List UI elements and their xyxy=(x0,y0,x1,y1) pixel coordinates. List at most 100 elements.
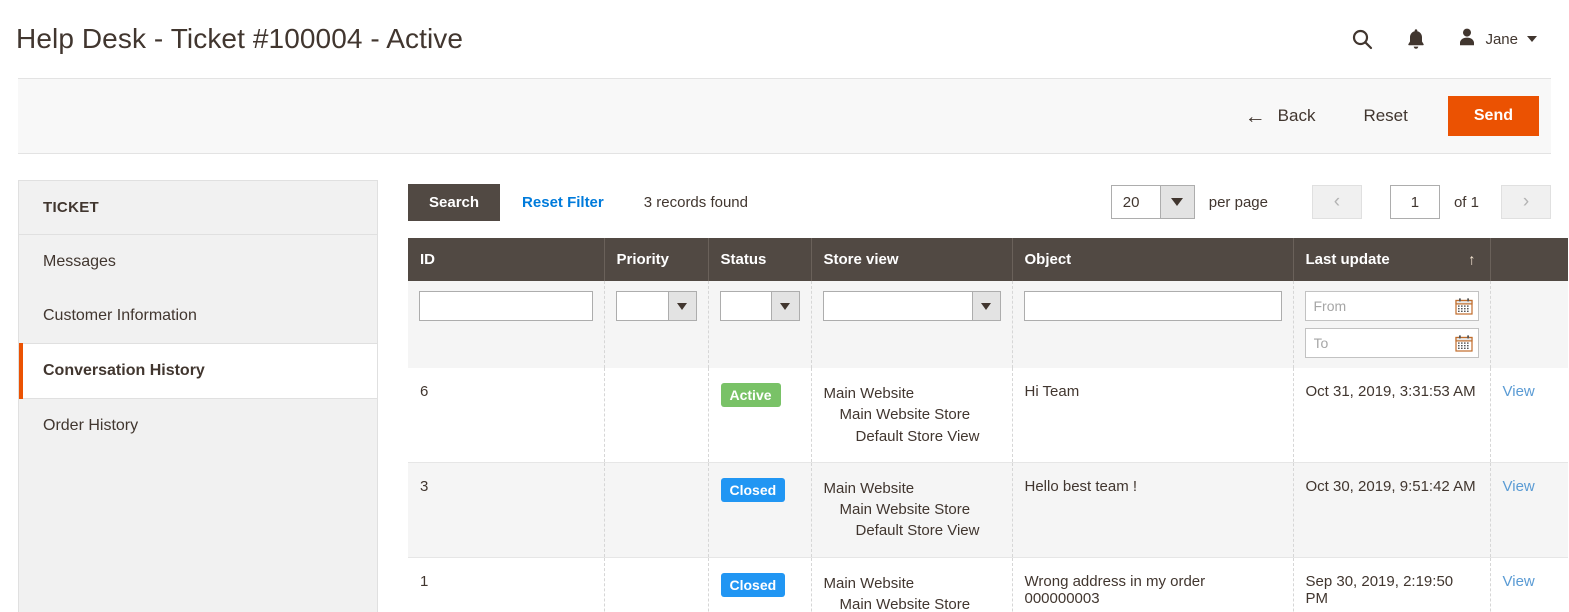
store-view: Default Store View xyxy=(855,522,980,540)
arrow-left-icon: ← xyxy=(1244,104,1266,128)
send-button[interactable]: Send xyxy=(1447,96,1539,136)
column-header-object[interactable]: Object xyxy=(1012,238,1294,281)
next-page-button[interactable]: › xyxy=(1501,185,1551,219)
table-header: ID Priority Status Store view Object Las… xyxy=(408,238,1568,281)
reset-button-label: Reset xyxy=(1363,106,1408,125)
cell-store-view: Main Website Main Website Store Default … xyxy=(811,462,1013,558)
cell-action: View xyxy=(1490,462,1568,558)
sort-ascending-icon: ↑ xyxy=(1468,251,1476,268)
calendar-icon[interactable] xyxy=(1454,296,1474,316)
filter-status-value xyxy=(721,292,771,320)
ticket-sidebar: TICKET Messages Customer Information Con… xyxy=(18,180,378,612)
table-row[interactable]: 3 Closed Main Website Main Website Store… xyxy=(408,462,1568,558)
sidebar-item-order-history[interactable]: Order History xyxy=(19,399,377,453)
filter-date-from xyxy=(1304,291,1479,321)
back-button-label: Back xyxy=(1277,106,1316,125)
column-header-id[interactable]: ID xyxy=(408,238,605,281)
filter-store-view-value xyxy=(824,292,972,320)
cell-store-view: Main Website Main Website Store Default … xyxy=(811,557,1013,612)
view-link[interactable]: View xyxy=(1503,478,1535,495)
sidebar-item-customer-information[interactable]: Customer Information xyxy=(19,289,377,343)
notifications-bell-icon[interactable] xyxy=(1403,26,1429,52)
cell-id: 1 xyxy=(408,557,605,612)
cell-status: Closed xyxy=(708,462,812,558)
cell-priority xyxy=(604,368,709,463)
calendar-icon[interactable] xyxy=(1454,333,1474,353)
cell-status: Active xyxy=(708,368,812,463)
status-badge: Active xyxy=(720,383,781,408)
cell-id: 3 xyxy=(408,462,605,558)
filter-id-input[interactable] xyxy=(419,291,593,321)
page-body: TICKET Messages Customer Information Con… xyxy=(0,154,1569,612)
user-name-label: Jane xyxy=(1485,30,1518,48)
page-title: Help Desk - Ticket #100004 - Active xyxy=(16,23,464,55)
chevron-down-icon xyxy=(1527,36,1537,42)
table-row[interactable]: 1 Closed Main Website Main Website Store… xyxy=(408,557,1568,612)
filter-cell-store-view xyxy=(811,281,1013,368)
cell-store-view: Main Website Main Website Store Default … xyxy=(811,368,1013,463)
filter-cell-action xyxy=(1490,281,1568,368)
page-number-input[interactable] xyxy=(1389,185,1440,219)
per-page-label: per page xyxy=(1208,193,1268,211)
filter-date-from-input[interactable] xyxy=(1304,291,1479,321)
conversation-history-grid: Search Reset Filter 3 records found 20 p… xyxy=(408,180,1568,612)
column-header-action xyxy=(1490,238,1568,281)
table-row[interactable]: 6 Active Main Website Main Website Store… xyxy=(408,368,1568,463)
filter-cell-priority xyxy=(604,281,709,368)
table-header-row: ID Priority Status Store view Object Las… xyxy=(408,238,1568,281)
filter-priority-value xyxy=(617,292,668,320)
filter-date-to-input[interactable] xyxy=(1304,328,1479,358)
cell-id: 6 xyxy=(408,368,605,463)
pagination-controls: 20 per page ‹ of 1 › xyxy=(1110,185,1551,219)
store-website: Main Website xyxy=(823,479,915,497)
cell-last-update: Sep 30, 2019, 2:19:50 PM xyxy=(1293,557,1491,612)
search-icon[interactable] xyxy=(1349,26,1375,52)
view-link[interactable]: View xyxy=(1503,383,1535,400)
sidebar-item-messages[interactable]: Messages xyxy=(19,235,377,289)
reset-button[interactable]: Reset xyxy=(1349,98,1421,134)
filter-priority-select[interactable] xyxy=(615,291,697,321)
sidebar-menu: Messages Customer Information Conversati… xyxy=(19,235,377,453)
user-menu[interactable]: Jane xyxy=(1457,27,1537,52)
grid-toolbar: Search Reset Filter 3 records found 20 p… xyxy=(408,180,1551,224)
filter-cell-id xyxy=(408,281,605,368)
cell-priority xyxy=(604,462,709,558)
records-found-label: 3 records found xyxy=(643,193,748,211)
header-actions: Jane xyxy=(1349,26,1549,52)
filter-status-select[interactable] xyxy=(719,291,800,321)
per-page-select[interactable]: 20 xyxy=(1110,185,1195,219)
sidebar-item-conversation-history[interactable]: Conversation History xyxy=(19,343,377,399)
status-badge: Closed xyxy=(720,572,786,597)
cell-last-update: Oct 31, 2019, 3:31:53 AM xyxy=(1293,368,1491,463)
column-header-priority[interactable]: Priority xyxy=(604,238,709,281)
status-badge: Closed xyxy=(720,477,786,502)
store-group: Main Website Store xyxy=(839,596,971,612)
chevron-down-icon xyxy=(1159,186,1194,218)
column-header-store-view[interactable]: Store view xyxy=(811,238,1013,281)
chevron-right-icon: › xyxy=(1522,191,1530,212)
sidebar-item-label: Messages xyxy=(43,253,116,270)
reset-filter-link[interactable]: Reset Filter xyxy=(522,194,604,211)
cell-priority xyxy=(604,557,709,612)
filter-object-input[interactable] xyxy=(1023,291,1282,321)
filter-cell-status xyxy=(708,281,812,368)
user-avatar-icon xyxy=(1457,27,1477,52)
sidebar-item-label: Order History xyxy=(43,417,139,434)
cell-status: Closed xyxy=(708,557,812,612)
back-button[interactable]: ← Back xyxy=(1231,98,1330,135)
filter-cell-object xyxy=(1012,281,1294,368)
column-header-status[interactable]: Status xyxy=(708,238,812,281)
search-button[interactable]: Search xyxy=(408,183,501,221)
total-pages-label: of 1 xyxy=(1453,193,1479,211)
view-link[interactable]: View xyxy=(1503,573,1535,590)
cell-action: View xyxy=(1490,368,1568,463)
top-header: Help Desk - Ticket #100004 - Active Jane xyxy=(0,0,1569,78)
filter-row xyxy=(408,281,1568,368)
filter-store-view-select[interactable] xyxy=(822,291,1001,321)
cell-last-update: Oct 30, 2019, 9:51:42 AM xyxy=(1293,462,1491,558)
column-header-last-update[interactable]: Last update ↑ xyxy=(1293,238,1491,281)
chevron-down-icon xyxy=(770,292,799,320)
table-body: 6 Active Main Website Main Website Store… xyxy=(408,368,1568,612)
previous-page-button[interactable]: ‹ xyxy=(1311,185,1362,219)
chevron-down-icon xyxy=(667,292,696,320)
